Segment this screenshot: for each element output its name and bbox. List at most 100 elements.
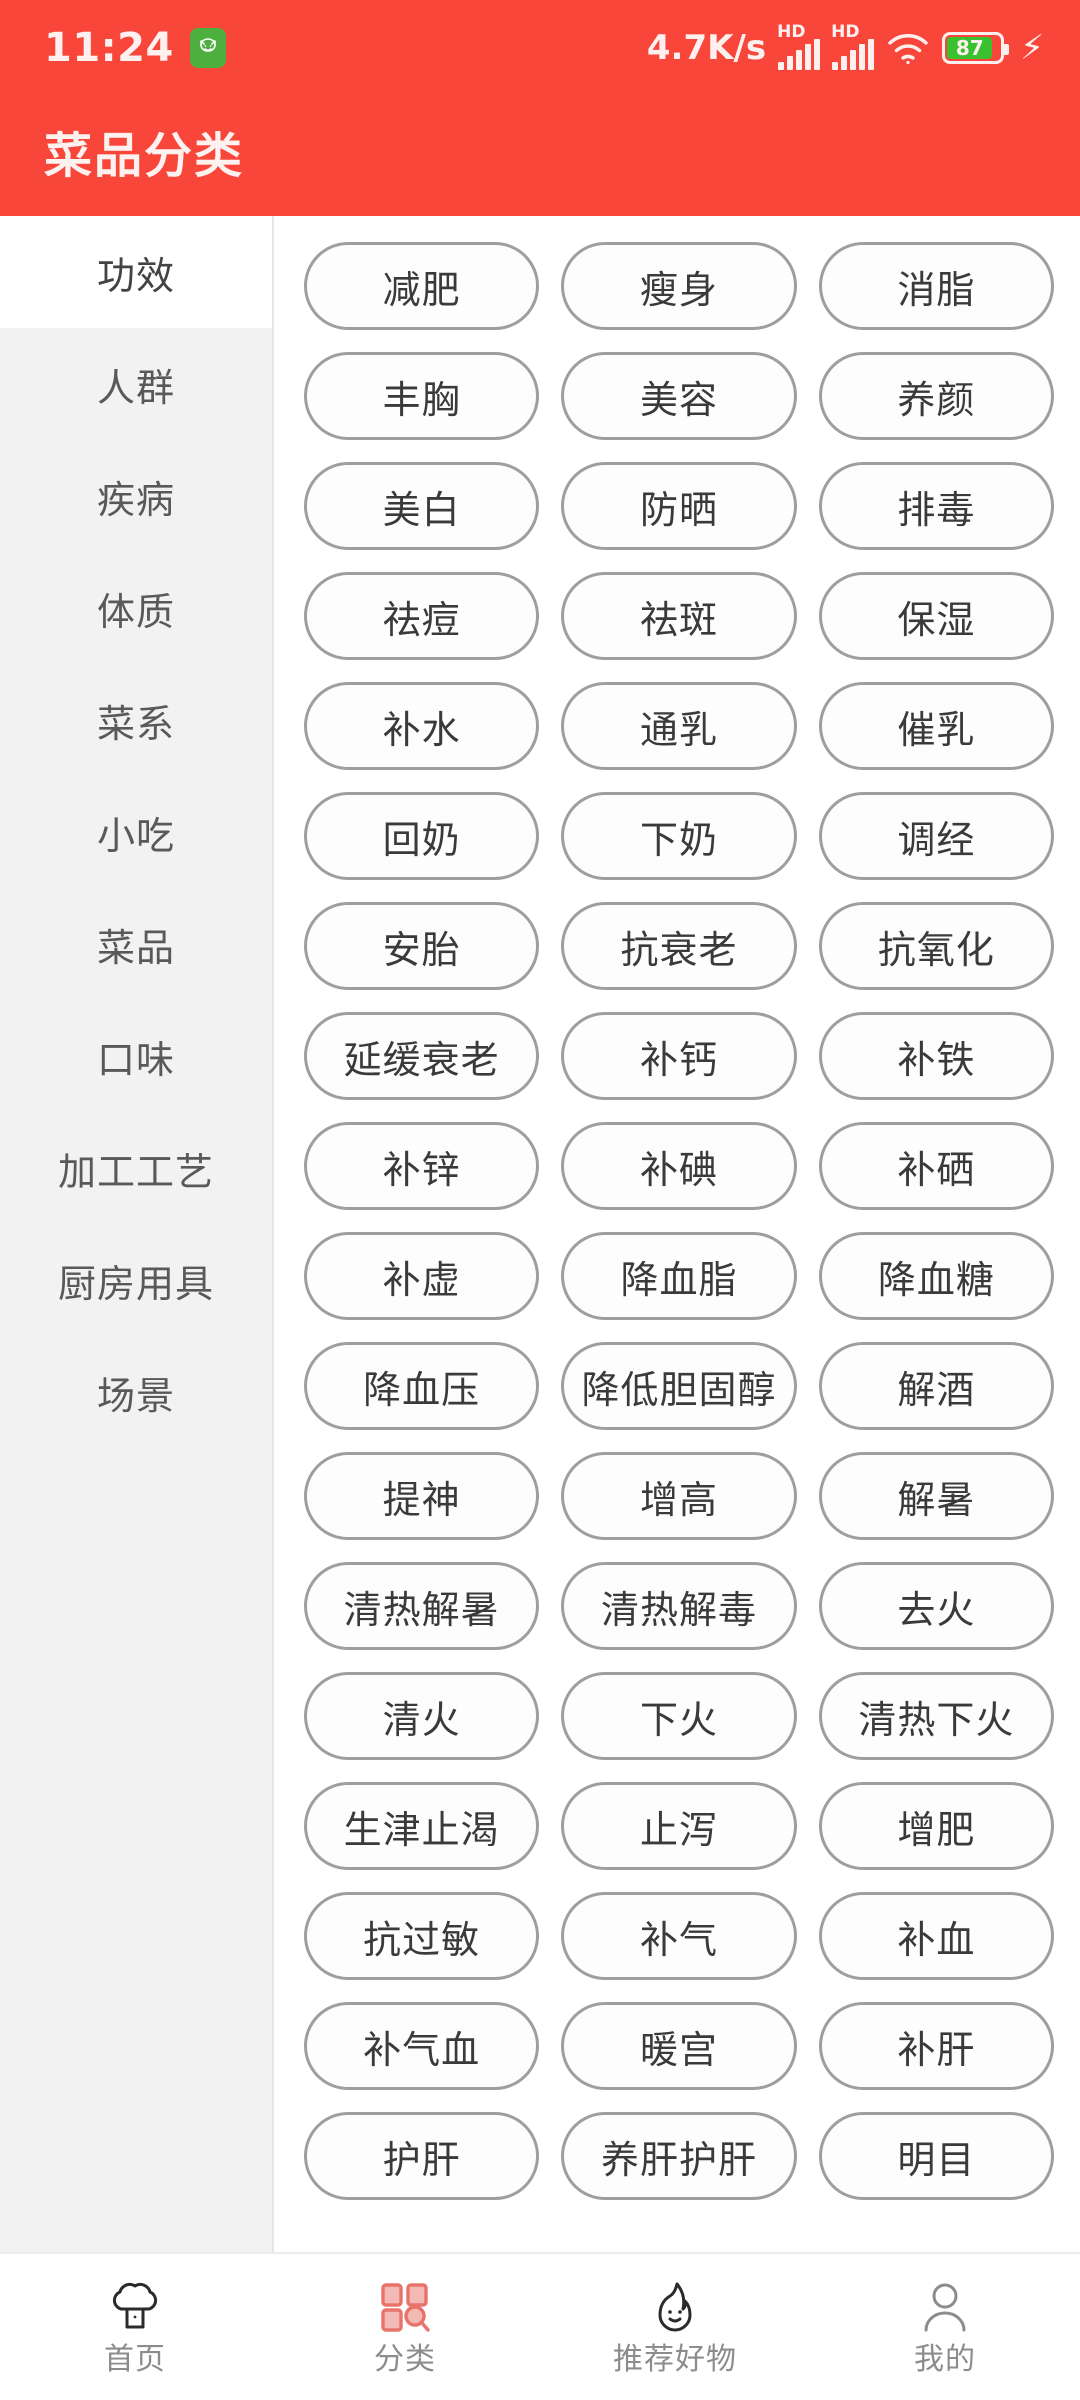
tag-chip[interactable]: 降低胆固醇 <box>561 1342 797 1430</box>
tag-chip[interactable]: 瘦身 <box>561 242 797 330</box>
tag-chip[interactable]: 排毒 <box>818 462 1054 550</box>
tag-chip[interactable]: 消脂 <box>818 242 1054 330</box>
tag-chip[interactable]: 清热解毒 <box>561 1562 797 1650</box>
tag-chip[interactable]: 清热解暑 <box>304 1562 540 1650</box>
tag-chip-label: 提神 <box>382 1477 461 1522</box>
tag-chip[interactable]: 提神 <box>304 1452 540 1540</box>
sidebar-item-5[interactable]: 小吃 <box>0 776 272 888</box>
tag-chip-label: 消脂 <box>897 267 976 312</box>
tag-chip[interactable]: 安胎 <box>304 902 540 990</box>
tag-chip-label: 降低胆固醇 <box>581 1367 777 1412</box>
category-sidebar[interactable]: 功效 人群 疾病 体质 菜系 小吃 菜品口味加工工艺 厨房用具 场景 <box>0 216 274 2252</box>
tag-chip[interactable]: 抗氧化 <box>818 902 1054 990</box>
tag-chip[interactable]: 补硒 <box>818 1122 1054 1210</box>
tag-chip[interactable]: 养颜 <box>818 352 1054 440</box>
sidebar-item-label: 口味 <box>96 1037 175 1082</box>
sidebar-item-4[interactable]: 菜系 <box>0 664 272 776</box>
tag-chip[interactable]: 降血糖 <box>818 1232 1054 1320</box>
tag-chip[interactable]: 暖宫 <box>561 2002 797 2090</box>
tag-chip-label: 抗过敏 <box>363 1917 481 1962</box>
tag-chip[interactable]: 祛痘 <box>304 572 540 660</box>
tag-chip-label: 通乳 <box>639 707 718 752</box>
signal-icon-sim2: HD <box>831 24 875 70</box>
tag-chip[interactable]: 补水 <box>304 682 540 770</box>
sidebar-item-2[interactable]: 疾病 <box>0 440 272 552</box>
sidebar-item-10[interactable]: 场景 <box>0 1336 272 1448</box>
sidebar-item-3[interactable]: 体质 <box>0 552 272 664</box>
signal-icon-sim1: HD <box>777 24 821 70</box>
tag-chip[interactable]: 祛斑 <box>561 572 797 660</box>
tag-chip[interactable]: 补血 <box>818 1892 1054 1980</box>
page-title: 菜品分类 <box>44 128 245 184</box>
tag-chip-label: 降血压 <box>363 1367 481 1412</box>
app-root: 11:24 4.7K/s HD HD 87 ⚡ 菜品分类 功效 人群 疾病 体质… <box>0 0 1080 2400</box>
tag-chip[interactable]: 补钙 <box>561 1012 797 1100</box>
tag-chip[interactable]: 补虚 <box>304 1232 540 1320</box>
tag-chip-label: 养肝护肝 <box>600 2137 757 2182</box>
status-bar-right: 4.7K/s HD HD 87 ⚡ <box>646 24 1044 70</box>
tag-chip[interactable]: 护肝 <box>304 2112 540 2200</box>
tag-chip[interactable]: 保湿 <box>818 572 1054 660</box>
sidebar-item-1[interactable]: 人群 <box>0 328 272 440</box>
tag-chip[interactable]: 补锌 <box>304 1122 540 1210</box>
tag-chip[interactable]: 催乳 <box>818 682 1054 770</box>
tag-chip-label: 祛斑 <box>639 597 718 642</box>
tag-chip-label: 清热下火 <box>858 1697 1015 1742</box>
tag-chip[interactable]: 生津止渴 <box>304 1782 540 1870</box>
nav-item-label: 推荐好物 <box>613 2342 737 2377</box>
tag-chip[interactable]: 防晒 <box>561 462 797 550</box>
tag-chip[interactable]: 清火 <box>304 1672 540 1760</box>
tag-chip-label: 暖宫 <box>639 2027 718 2072</box>
tag-chip[interactable]: 通乳 <box>561 682 797 770</box>
tag-chip-label: 补气 <box>639 1917 718 1962</box>
sidebar-item-6[interactable]: 菜品 <box>0 888 272 1000</box>
sidebar-item-8[interactable]: 加工工艺 <box>0 1112 272 1224</box>
tag-chip[interactable]: 延缓衰老 <box>304 1012 540 1100</box>
tag-chip[interactable]: 降血压 <box>304 1342 540 1430</box>
tag-chip[interactable]: 调经 <box>818 792 1054 880</box>
sidebar-item-9[interactable]: 厨房用具 <box>0 1224 272 1336</box>
tag-chip[interactable]: 下火 <box>561 1672 797 1760</box>
tag-chip[interactable]: 抗过敏 <box>304 1892 540 1980</box>
tag-chip[interactable]: 增高 <box>561 1452 797 1540</box>
network-speed-text: 4.7K/s <box>646 28 767 68</box>
tag-chip-label: 解酒 <box>897 1367 976 1412</box>
nav-item-首页[interactable]: 首页 <box>0 2254 270 2400</box>
tag-chip[interactable]: 抗衰老 <box>561 902 797 990</box>
tag-chip[interactable]: 补铁 <box>818 1012 1054 1100</box>
tag-chip[interactable]: 补气 <box>561 1892 797 1980</box>
tag-chip-label: 抗氧化 <box>877 927 995 972</box>
tag-chip[interactable]: 增肥 <box>818 1782 1054 1870</box>
signal-bars-sim1 <box>778 39 821 70</box>
nav-item-我的[interactable]: 我的 <box>810 2254 1080 2400</box>
tag-chip[interactable]: 清热下火 <box>818 1672 1054 1760</box>
sidebar-item-0[interactable]: 功效 <box>0 216 272 328</box>
tag-chip[interactable]: 补气血 <box>304 2002 540 2090</box>
tag-chip[interactable]: 补碘 <box>561 1122 797 1210</box>
tag-chip[interactable]: 去火 <box>818 1562 1054 1650</box>
tag-chip[interactable]: 解暑 <box>818 1452 1054 1540</box>
tag-chip[interactable]: 减肥 <box>304 242 540 330</box>
tag-chip-label: 补虚 <box>382 1257 461 1302</box>
nav-item-分类[interactable]: 分类 <box>270 2254 540 2400</box>
tag-chip[interactable]: 止泻 <box>561 1782 797 1870</box>
tag-chip-label: 丰胸 <box>382 377 461 422</box>
tag-chip[interactable]: 丰胸 <box>304 352 540 440</box>
tag-chip[interactable]: 明目 <box>818 2112 1054 2200</box>
tag-chip[interactable]: 补肝 <box>818 2002 1054 2090</box>
tag-chip-label: 补碘 <box>639 1147 718 1192</box>
tag-chip[interactable]: 美白 <box>304 462 540 550</box>
tag-chip[interactable]: 降血脂 <box>561 1232 797 1320</box>
tag-chip[interactable]: 下奶 <box>561 792 797 880</box>
tag-chip[interactable]: 回奶 <box>304 792 540 880</box>
tag-grid-panel[interactable]: 减肥 瘦身 消脂丰胸 美容 养颜美白 防晒 排毒祛痘 祛斑 保湿补水 通乳 催乳回奶 下奶 调经安胎 抗衰… <box>274 216 1080 2252</box>
tag-chip[interactable]: 解酒 <box>818 1342 1054 1430</box>
tag-chip[interactable]: 美容 <box>561 352 797 440</box>
sidebar-item-7[interactable]: 口味 <box>0 1000 272 1112</box>
bottom-navigation-bar: 首页 分类 推荐好物 我的 <box>0 2252 1080 2400</box>
tag-chip[interactable]: 养肝护肝 <box>561 2112 797 2200</box>
nav-item-推荐好物[interactable]: 推荐好物 <box>540 2254 810 2400</box>
person-icon <box>917 2279 973 2335</box>
status-time: 11:24 <box>44 25 174 71</box>
chef-hat-icon <box>107 2279 163 2335</box>
